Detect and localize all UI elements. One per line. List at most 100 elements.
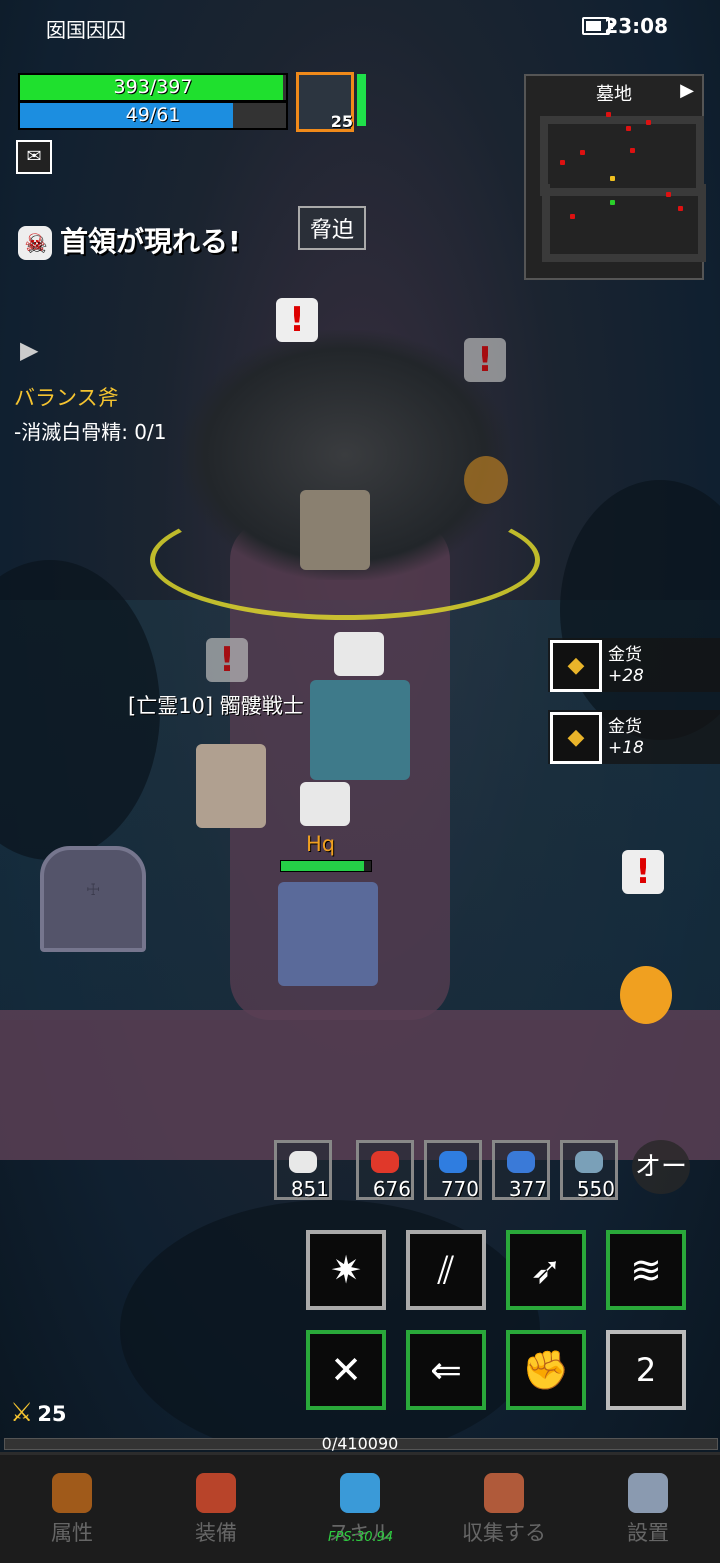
exclamation-icon: !: [622, 850, 664, 894]
enemy-marker: [626, 126, 631, 131]
arrow-dash-icon: ⇐: [430, 1348, 462, 1392]
nav-label: 設置: [627, 1521, 669, 1545]
boss-alert: ☠ 首領が現れる!: [18, 220, 241, 260]
character-level-value: 25: [37, 1402, 67, 1426]
crossed-swords-icon: ⚔: [10, 1398, 34, 1428]
quest-task: -消滅白骨精: 0/1: [14, 420, 167, 444]
cross-swords-icon: ✕: [330, 1348, 362, 1392]
skill-page-button[interactable]: 2: [606, 1330, 686, 1410]
minimap[interactable]: 墓地 ▶: [524, 74, 706, 280]
ally-marker: [610, 200, 615, 205]
player-portrait[interactable]: 25: [296, 72, 354, 132]
gold-coin-icon: ◆: [550, 712, 602, 764]
enemy-marker: [570, 214, 575, 219]
potion-count: 851: [290, 1177, 329, 1201]
hp-text: 393/397: [113, 76, 193, 98]
potion-count: 676: [372, 1177, 411, 1201]
potion-icon: [371, 1151, 399, 1173]
enemy-marker: [580, 150, 585, 155]
minimap-expand-icon[interactable]: ▶: [680, 80, 694, 101]
status-icons: 囡国因囚: [46, 18, 126, 42]
skeleton-enemy[interactable]: [300, 490, 370, 570]
enemy-marker: [666, 192, 671, 197]
enemy-marker: [560, 160, 565, 165]
potion-count: 770: [440, 1177, 479, 1201]
potion-slot-blue[interactable]: 770: [424, 1140, 482, 1201]
stamina-bar: [357, 74, 366, 126]
exclamation-icon: !: [464, 338, 506, 382]
fish-icon: [575, 1151, 603, 1173]
emote-bubble: [300, 782, 350, 826]
target-name: [亡霊10] 髑髏戦士: [128, 694, 304, 718]
chat-icon[interactable]: ✉: [16, 140, 52, 174]
skeleton-warrior-enemy[interactable]: [196, 744, 266, 828]
mp-bar: 49/61: [18, 101, 288, 130]
nav-equipment[interactable]: 装備: [144, 1455, 288, 1563]
gear-icon: [628, 1473, 668, 1513]
exclamation-icon: !: [276, 298, 318, 342]
player-character[interactable]: [278, 882, 378, 986]
fps-counter: FPS:30.94: [328, 1530, 394, 1545]
skill-button[interactable]: ⇐: [406, 1330, 486, 1410]
player-hp-bar: [280, 860, 372, 872]
gold-coin-icon: ◆: [550, 640, 602, 692]
scroll-icon: [507, 1151, 535, 1173]
quest-expand-icon[interactable]: ▶: [20, 336, 38, 364]
skill-button[interactable]: ⫽: [406, 1230, 486, 1310]
dirt-path-horizontal: [0, 1010, 720, 1160]
loot-name: 金货: [608, 717, 642, 737]
skill-button[interactable]: ≋: [606, 1230, 686, 1310]
nav-label: 属性: [51, 1521, 93, 1545]
hp-bar: 393/397: [18, 73, 288, 102]
bottom-nav: 属性 装備 スキル 収集する 設置: [0, 1452, 720, 1563]
enemy-marker: [630, 148, 635, 153]
minimap-room: [542, 184, 706, 262]
minimap-title: 墓地: [596, 84, 632, 105]
skull-icon: ☠: [18, 226, 52, 260]
book-icon: [484, 1473, 524, 1513]
skill-button[interactable]: ✊: [506, 1330, 586, 1410]
quest-title[interactable]: バランス斧: [14, 382, 119, 412]
potion-icon: [289, 1151, 317, 1173]
triple-slash-icon: ⫽: [437, 1248, 455, 1292]
skill-button[interactable]: ➶: [506, 1230, 586, 1310]
xp-text: 0/410090: [321, 1434, 399, 1453]
nav-attributes[interactable]: 属性: [0, 1455, 144, 1563]
player-name: Hq: [306, 832, 336, 856]
loot-notification: ◆ 金货 +18: [548, 710, 720, 764]
fire-spirit-enemy[interactable]: [464, 456, 508, 504]
auto-button[interactable]: オー: [632, 1140, 690, 1194]
loot-name: 金货: [608, 645, 642, 665]
mp-text: 49/61: [125, 104, 181, 126]
bug-slash-icon: ✷: [330, 1248, 362, 1292]
fist-icon: ✊: [522, 1348, 570, 1392]
player-marker: [610, 176, 615, 181]
skill-button[interactable]: ✕: [306, 1330, 386, 1410]
potion-icon: [439, 1151, 467, 1173]
ally-rider[interactable]: [310, 680, 410, 780]
potion-slot-red[interactable]: 676: [356, 1140, 414, 1201]
nav-collection[interactable]: 収集する: [432, 1455, 576, 1563]
potion-slot-white[interactable]: 851: [274, 1140, 332, 1201]
gravestone: ☩: [40, 846, 146, 952]
enemy-marker: [678, 206, 683, 211]
nav-settings[interactable]: 設置: [576, 1455, 720, 1563]
potion-slot-scroll[interactable]: 377: [492, 1140, 550, 1201]
exclamation-icon: !: [206, 638, 248, 682]
character-level: ⚔ 25: [10, 1398, 67, 1428]
fire-spirit-enemy[interactable]: [620, 966, 672, 1024]
clock: 23:08: [604, 14, 668, 38]
bag-icon: [196, 1473, 236, 1513]
potion-slot-fish[interactable]: 550: [560, 1140, 618, 1201]
gem-icon: [340, 1473, 380, 1513]
whirl-icon: ≋: [630, 1248, 662, 1292]
skill-button[interactable]: ✷: [306, 1230, 386, 1310]
loot-notification: ◆ 金货 +28: [548, 638, 720, 692]
loot-qty: +28: [608, 666, 644, 686]
boss-alert-text: 首領が現れる!: [60, 225, 241, 258]
emote-bubble: [334, 632, 384, 676]
potion-count: 550: [576, 1177, 615, 1201]
nav-label: 装備: [195, 1521, 237, 1545]
enemy-marker: [606, 112, 611, 117]
nav-skills[interactable]: スキル: [288, 1455, 432, 1563]
